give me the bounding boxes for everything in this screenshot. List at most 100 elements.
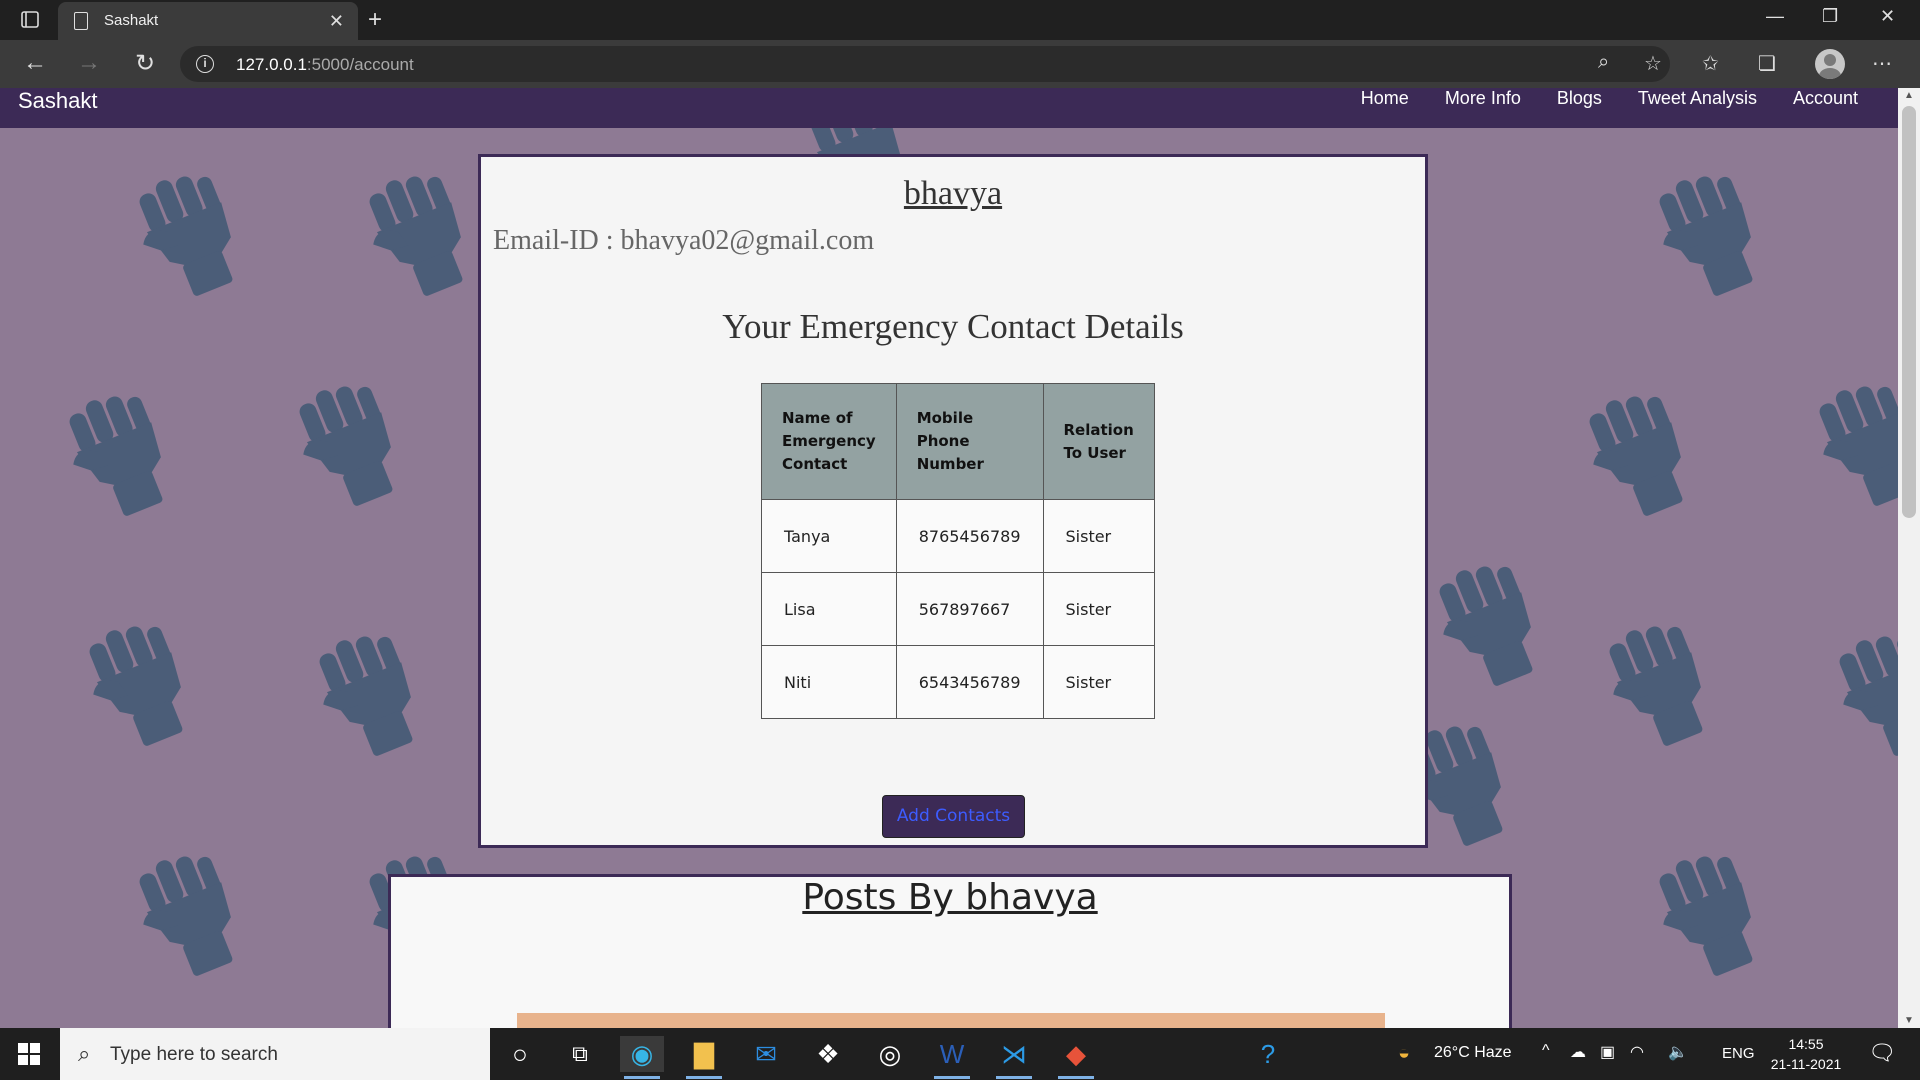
- contact-phone: 567897667: [895, 572, 1044, 646]
- taskbar-search-box[interactable]: ⌕ Type here to search: [60, 1028, 490, 1080]
- posts-heading: Posts By bhavya: [802, 877, 1098, 918]
- file-explorer-icon[interactable]: ▇: [682, 1036, 726, 1079]
- language-indicator[interactable]: ENG: [1722, 1045, 1755, 1062]
- table-header-row: Name of Emergency Contact Mobile Phone N…: [761, 383, 1155, 500]
- fist-icon: [130, 168, 240, 298]
- cortana-icon[interactable]: ○: [498, 1036, 542, 1072]
- url-field[interactable]: i 127.0.0.1:5000/account: [180, 46, 1670, 82]
- weather-icon: ◒: [1398, 1042, 1411, 1064]
- contact-relation: Sister: [1042, 499, 1155, 573]
- onedrive-icon[interactable]: ☁: [1570, 1042, 1586, 1062]
- header-name: Name of Emergency Contact: [761, 383, 897, 500]
- page-scrollbar[interactable]: ▲ ▼: [1898, 88, 1920, 1028]
- windows-start-icon[interactable]: [18, 1043, 40, 1065]
- nav-blogs[interactable]: Blogs: [1557, 88, 1602, 109]
- table-row: Lisa 567897667 Sister: [761, 572, 1155, 646]
- emergency-contacts-table: Name of Emergency Contact Mobile Phone N…: [761, 383, 1155, 719]
- close-tab-icon[interactable]: ✕: [329, 11, 344, 32]
- posts-card: Posts By bhavya: [388, 874, 1512, 1028]
- fist-icon: [1600, 618, 1710, 748]
- emergency-contacts-heading: Your Emergency Contact Details: [722, 307, 1184, 346]
- edge-browser-icon[interactable]: ◉: [620, 1036, 664, 1079]
- contact-name: Lisa: [761, 572, 897, 646]
- fist-icon: [1580, 388, 1690, 518]
- account-card: bhavya Email-ID : bhavya02@gmail.com You…: [478, 154, 1428, 848]
- restore-icon[interactable]: ❐: [1822, 6, 1838, 27]
- scroll-up-icon[interactable]: ▲: [1904, 90, 1914, 101]
- volume-icon[interactable]: 🔈: [1668, 1042, 1688, 1062]
- scrollbar-thumb[interactable]: [1902, 106, 1916, 518]
- scroll-down-icon[interactable]: ▼: [1904, 1015, 1914, 1026]
- fist-icon: [130, 848, 240, 978]
- dropbox-icon[interactable]: ❖: [806, 1036, 850, 1072]
- task-view-icon[interactable]: ⧉: [558, 1036, 602, 1072]
- address-bar-row: ← → ↻ i 127.0.0.1:5000/account ⌕ ☆ ✩ ❏ ⋯: [0, 40, 1920, 88]
- contact-name: Niti: [761, 645, 897, 719]
- add-contacts-button[interactable]: Add Contacts: [882, 795, 1025, 838]
- table-row: Niti 6543456789 Sister: [761, 645, 1155, 719]
- tray-chevron-icon[interactable]: ^: [1542, 1042, 1550, 1060]
- more-menu-icon[interactable]: ⋯: [1872, 51, 1892, 76]
- git-icon[interactable]: ◆: [1054, 1036, 1098, 1079]
- vscode-icon[interactable]: ⋊: [992, 1036, 1036, 1079]
- page-icon: [74, 12, 88, 30]
- new-tab-button[interactable]: +: [368, 6, 382, 34]
- fist-icon: [1810, 378, 1898, 508]
- device-icon[interactable]: ▣: [1600, 1042, 1615, 1062]
- contact-phone: 8765456789: [895, 499, 1044, 573]
- nav-tweet-analysis[interactable]: Tweet Analysis: [1638, 88, 1757, 109]
- collections-icon[interactable]: ❏: [1758, 51, 1776, 76]
- fist-icon: [1650, 848, 1760, 978]
- search-icon: ⌕: [78, 1041, 91, 1066]
- url-text[interactable]: 127.0.0.1:5000/account: [236, 55, 414, 75]
- mail-icon[interactable]: ✉: [744, 1036, 788, 1072]
- nav-account[interactable]: Account: [1793, 88, 1858, 109]
- tab-actions-icon[interactable]: [14, 8, 46, 32]
- zoom-icon[interactable]: ⌕: [1598, 51, 1609, 74]
- taskbar-clock[interactable]: 14:55 21-11-2021: [1766, 1034, 1846, 1074]
- username-heading: bhavya: [903, 175, 1003, 212]
- site-brand[interactable]: Sashakt: [18, 88, 98, 114]
- search-placeholder: Type here to search: [110, 1044, 278, 1065]
- nav-more-info[interactable]: More Info: [1445, 88, 1521, 109]
- table-row: Tanya 8765456789 Sister: [761, 499, 1155, 573]
- header-relation: Relation To User: [1042, 383, 1155, 500]
- wifi-icon[interactable]: ◠: [1630, 1042, 1644, 1062]
- profile-avatar-icon[interactable]: [1815, 49, 1845, 79]
- contact-relation: Sister: [1042, 645, 1155, 719]
- nav-home[interactable]: Home: [1361, 88, 1409, 109]
- back-arrow-icon[interactable]: ←: [20, 49, 50, 77]
- fist-icon: [310, 628, 420, 758]
- fist-icon: [1430, 558, 1540, 688]
- notifications-icon[interactable]: 🗨: [1868, 1040, 1896, 1066]
- favorites-icon[interactable]: ✩: [1702, 51, 1719, 76]
- add-favorite-icon[interactable]: ☆: [1644, 51, 1662, 76]
- fist-icon: [80, 618, 190, 748]
- fist-icon: [1830, 628, 1898, 758]
- site-navbar: Sashakt Home More Info Blogs Tweet Analy…: [0, 88, 1898, 128]
- word-icon[interactable]: W: [930, 1036, 974, 1079]
- nav-links: Home More Info Blogs Tweet Analysis Acco…: [1361, 88, 1858, 109]
- weather-text[interactable]: 26°C Haze: [1434, 1044, 1512, 1062]
- contact-relation: Sister: [1042, 572, 1155, 646]
- contact-phone: 6543456789: [895, 645, 1044, 719]
- minimize-icon[interactable]: —: [1766, 6, 1784, 27]
- post-item[interactable]: [517, 1013, 1385, 1028]
- app-icon[interactable]: ◎: [868, 1036, 912, 1072]
- page-viewport: Sashakt Home More Info Blogs Tweet Analy…: [0, 88, 1898, 1028]
- browser-tab-bar: Sashakt ✕ + — ❐ ✕: [0, 0, 1920, 40]
- clock-time: 14:55: [1788, 1036, 1824, 1052]
- forward-arrow-icon[interactable]: →: [74, 49, 104, 77]
- fist-icon: [360, 168, 470, 298]
- email-text: Email-ID : bhavya02@gmail.com: [493, 225, 875, 256]
- info-icon[interactable]: i: [196, 55, 214, 73]
- refresh-icon[interactable]: ↻: [130, 49, 160, 78]
- contact-name: Tanya: [761, 499, 897, 573]
- fist-icon: [1650, 168, 1760, 298]
- clock-date: 21-11-2021: [1770, 1056, 1842, 1072]
- window-close-icon[interactable]: ✕: [1880, 6, 1895, 27]
- fist-icon: [290, 378, 400, 508]
- header-phone: Mobile Phone Number: [895, 383, 1044, 500]
- browser-tab[interactable]: Sashakt ✕: [58, 2, 358, 40]
- help-icon[interactable]: ?: [1246, 1036, 1290, 1072]
